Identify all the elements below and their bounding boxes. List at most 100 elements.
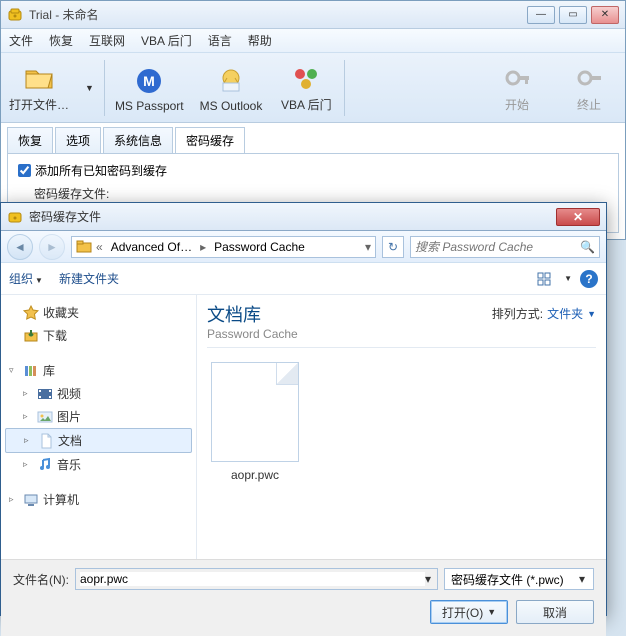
picture-icon	[37, 409, 53, 425]
library-header: 文档库 Password Cache 排列方式: 文件夹 ▼	[207, 301, 596, 348]
breadcrumb[interactable]: « Advanced Of… ▸ Password Cache ▾	[71, 236, 376, 258]
menu-vba[interactable]: VBA 后门	[141, 32, 192, 49]
tab-pwcache[interactable]: 密码缓存	[175, 127, 245, 153]
nav-tree: 收藏夹 下载 ▿ 库 ▹ 视频 ▹ 图片 ▹	[1, 295, 197, 559]
menu-file[interactable]: 文件	[9, 32, 33, 49]
view-button[interactable]	[534, 269, 554, 289]
crumb-a[interactable]: Advanced Of…	[107, 240, 196, 254]
app-icon	[7, 7, 23, 23]
back-button[interactable]: ◄	[7, 234, 33, 260]
folder-icon	[76, 239, 92, 255]
ms-passport-button[interactable]: M MS Passport	[115, 65, 184, 113]
search-box[interactable]: 🔍	[410, 236, 600, 258]
tree-computer[interactable]: ▹ 计算机	[5, 488, 192, 511]
document-icon	[38, 433, 54, 449]
chevron-down-icon[interactable]: ▾	[425, 572, 433, 586]
file-item-aopr[interactable]: aopr.pwc	[207, 362, 303, 482]
nav-row: ◄ ► « Advanced Of… ▸ Password Cache ▾ ↻ …	[1, 231, 606, 263]
tab-options[interactable]: 选项	[55, 127, 101, 153]
tree-downloads[interactable]: 下载	[5, 324, 192, 347]
music-icon	[37, 457, 53, 473]
start-label: 开始	[505, 96, 529, 113]
dialog-icon	[7, 209, 23, 225]
file-list: 文档库 Password Cache 排列方式: 文件夹 ▼ aopr.pwc	[197, 295, 606, 559]
open-button[interactable]: 打开(O)▼	[430, 600, 508, 624]
tab-sysinfo[interactable]: 系统信息	[103, 127, 173, 153]
dialog-footer: 文件名(N): ▾ 密码缓存文件 (*.pwc) ▾ 打开(O)▼ 取消	[1, 559, 606, 636]
ms-outlook-label: MS Outlook	[200, 99, 263, 113]
view-dropdown-icon[interactable]: ▼	[564, 274, 572, 283]
dialog-toolbar: 组织▼ 新建文件夹 ▼ ?	[1, 263, 606, 295]
library-subtitle: Password Cache	[207, 327, 298, 341]
tab-recover[interactable]: 恢复	[7, 127, 53, 153]
menu-internet[interactable]: 互联网	[89, 32, 125, 49]
menu-language[interactable]: 语言	[208, 32, 232, 49]
open-file-label: 打开文件…	[9, 96, 69, 113]
refresh-button[interactable]: ↻	[382, 236, 404, 258]
start-button[interactable]: 开始	[489, 62, 545, 113]
key-start-icon	[501, 62, 533, 94]
vba-backdoor-button[interactable]: VBA 后门	[278, 62, 334, 113]
filter-text: 密码缓存文件 (*.pwc)	[451, 571, 564, 588]
chevron-down-icon[interactable]: ▾	[579, 572, 587, 586]
folder-open-icon	[23, 62, 55, 94]
close-button[interactable]: ✕	[591, 6, 619, 24]
tree-pictures[interactable]: ▹ 图片	[5, 405, 192, 428]
maximize-button[interactable]: ▭	[559, 6, 587, 24]
cache-file-label: 密码缓存文件:	[34, 185, 608, 202]
filename-combobox[interactable]: ▾	[75, 568, 438, 590]
crumb-b[interactable]: Password Cache	[210, 240, 309, 254]
add-known-pw-checkbox[interactable]	[18, 164, 31, 177]
help-button[interactable]: ?	[580, 270, 598, 288]
computer-icon	[23, 492, 39, 508]
tree-documents[interactable]: ▹ 文档	[5, 428, 192, 453]
menu-recover[interactable]: 恢复	[49, 32, 73, 49]
ribbon: 打开文件… ▼ M MS Passport MS Outlook VBA 后门	[1, 53, 625, 123]
menubar: 文件 恢复 互联网 VBA 后门 语言 帮助	[1, 29, 625, 53]
vba-label: VBA 后门	[281, 96, 332, 113]
dialog-body: 收藏夹 下载 ▿ 库 ▹ 视频 ▹ 图片 ▹	[1, 295, 606, 559]
tree-music[interactable]: ▹ 音乐	[5, 453, 192, 476]
open-file-button[interactable]: 打开文件…	[9, 62, 69, 113]
dialog-titlebar: 密码缓存文件 ✕	[1, 203, 606, 231]
dialog-title: 密码缓存文件	[29, 208, 556, 225]
stop-button[interactable]: 终止	[561, 62, 617, 113]
chevron-down-icon[interactable]: ▼	[587, 309, 596, 319]
menu-help[interactable]: 帮助	[248, 32, 272, 49]
sort-value[interactable]: 文件夹	[547, 305, 583, 322]
sort-label: 排列方式:	[492, 305, 543, 322]
libraries-icon	[23, 363, 39, 379]
video-icon	[37, 386, 53, 402]
filename-label: 文件名(N):	[13, 571, 69, 588]
dialog-close-button[interactable]: ✕	[556, 208, 600, 226]
svg-text:M: M	[143, 73, 155, 89]
new-folder-button[interactable]: 新建文件夹	[59, 270, 119, 287]
minimize-button[interactable]: —	[527, 6, 555, 24]
search-input[interactable]	[415, 240, 580, 254]
filename-input[interactable]	[80, 572, 425, 586]
download-icon	[23, 328, 39, 344]
add-known-pw-label: 添加所有已知密码到缓存	[35, 162, 167, 179]
cancel-button[interactable]: 取消	[516, 600, 594, 624]
outlook-icon	[215, 65, 247, 97]
star-icon	[23, 305, 39, 321]
vba-icon	[290, 62, 322, 94]
tree-favorites[interactable]: 收藏夹	[5, 301, 192, 324]
titlebar: Trial - 未命名 — ▭ ✕	[1, 1, 625, 29]
file-dialog: 密码缓存文件 ✕ ◄ ► « Advanced Of… ▸ Password C…	[0, 202, 607, 616]
tree-libraries[interactable]: ▿ 库	[5, 359, 192, 382]
stop-label: 终止	[577, 96, 601, 113]
ms-outlook-button[interactable]: MS Outlook	[200, 65, 263, 113]
dropdown-arrow-icon[interactable]: ▼	[85, 83, 94, 93]
passport-icon: M	[133, 65, 165, 97]
forward-button[interactable]: ►	[39, 234, 65, 260]
window-title: Trial - 未命名	[29, 6, 527, 23]
tree-videos[interactable]: ▹ 视频	[5, 382, 192, 405]
tabs: 恢复 选项 系统信息 密码缓存	[7, 127, 619, 153]
file-name: aopr.pwc	[207, 468, 303, 482]
search-icon: 🔍	[580, 240, 595, 254]
window-controls: — ▭ ✕	[527, 6, 619, 24]
ms-passport-label: MS Passport	[115, 99, 184, 113]
organize-button[interactable]: 组织▼	[9, 270, 43, 287]
file-type-filter[interactable]: 密码缓存文件 (*.pwc) ▾	[444, 568, 594, 590]
